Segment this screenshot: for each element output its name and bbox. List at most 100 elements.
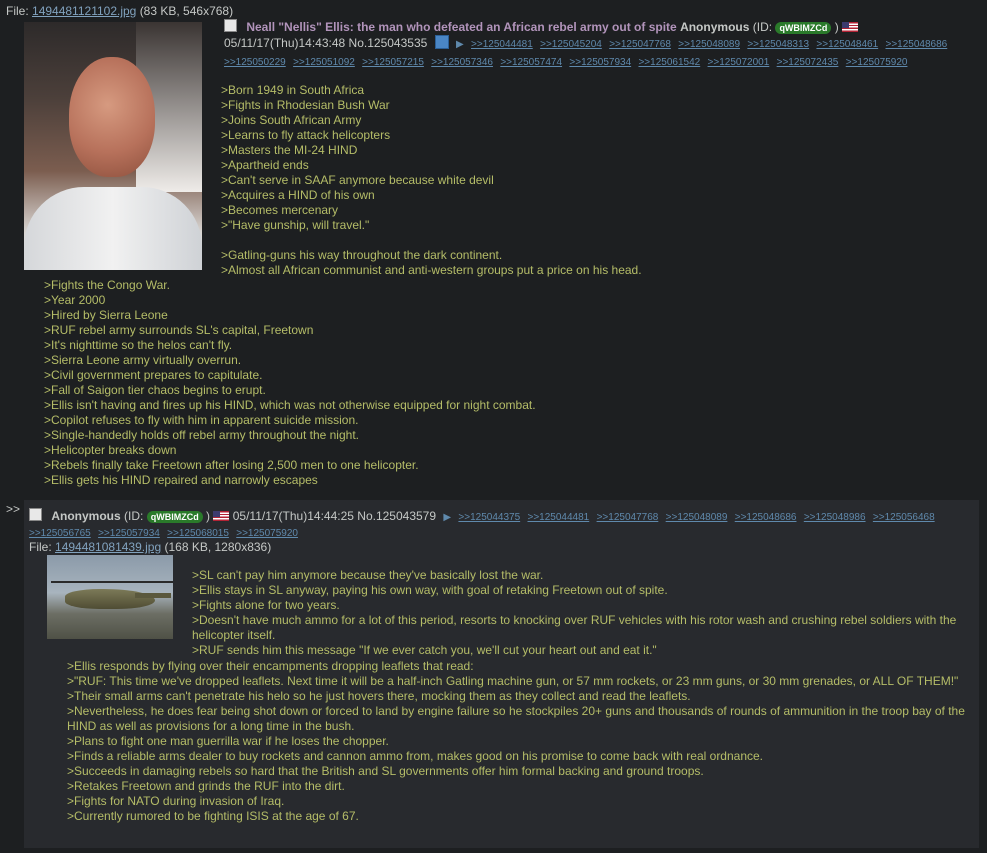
greentext-line: >Nevertheless, he does fear being shot d… <box>67 704 965 733</box>
reply-file-link[interactable]: 1494481081439.jpg <box>55 540 161 554</box>
backlink[interactable]: >>125044481 <box>471 39 533 50</box>
reply-poster-name: Anonymous <box>51 509 121 523</box>
backlink[interactable]: >>125048686 <box>886 39 948 50</box>
greentext-line: >Learns to fly attack helicopters <box>221 128 391 142</box>
reply-post-number[interactable]: No.125043579 <box>357 509 436 523</box>
greentext-line: >Rebels finally take Freetown after losi… <box>44 458 419 472</box>
greentext-line: >Fights for NATO during invasion of Iraq… <box>67 794 285 808</box>
greentext-line: >Apartheid ends <box>221 158 309 172</box>
backlink[interactable]: >>125048313 <box>747 39 809 50</box>
post-menu-arrow-icon[interactable]: ▶ <box>443 512 451 523</box>
reply-file-info: File: 1494481081439.jpg (168 KB, 1280x83… <box>29 540 271 554</box>
us-flag-icon <box>213 511 230 521</box>
greentext-line: >It's nighttime so the helos can't fly. <box>44 338 233 352</box>
greentext-line: >Succeeds in damaging rebels so hard tha… <box>67 764 704 778</box>
reply-select-checkbox[interactable] <box>29 508 42 521</box>
reply-id-prefix: (ID: <box>124 509 144 523</box>
backlink[interactable]: >>125045204 <box>540 39 602 50</box>
reply-message-full: >Ellis responds by flying over their enc… <box>67 659 977 824</box>
reply-id-suffix: ) <box>206 509 211 523</box>
reply-thumbnail-image[interactable] <box>47 555 173 639</box>
greentext-line: >Becomes mercenary <box>221 203 339 217</box>
backlink[interactable]: >>125072435 <box>777 57 839 68</box>
backlink[interactable]: >>125072001 <box>708 57 770 68</box>
op-post-number[interactable]: No.125043535 <box>349 36 428 50</box>
op-datetime: 05/11/17(Thu)14:43:48 <box>224 36 346 50</box>
document-icon[interactable] <box>434 35 449 49</box>
op-message-full: >Fights the Congo War. >Year 2000 >Hired b… <box>44 278 984 488</box>
greentext-line: >Single-handedly holds off rebel army th… <box>44 428 359 442</box>
backlink[interactable]: >>125056468 <box>873 512 935 523</box>
greentext-line: >Finds a reliable arms dealer to buy roc… <box>67 749 764 763</box>
reply-file-label: File: <box>29 540 52 554</box>
backlink[interactable]: >>125061542 <box>638 57 700 68</box>
greentext-line: >Helicopter breaks down <box>44 443 177 457</box>
reply-file-meta: (168 KB, 1280x836) <box>164 540 272 554</box>
backlink[interactable]: >>125050229 <box>224 57 286 68</box>
backlink[interactable]: >>125057934 <box>569 57 631 68</box>
greentext-line: >Plans to fight one man guerrilla war if… <box>67 734 389 748</box>
greentext-line: >Hired by Sierra Leone <box>44 308 168 322</box>
backlink[interactable]: >>125044375 <box>458 512 520 523</box>
greentext-line: >Can't serve in SAAF anymore because whi… <box>221 173 494 187</box>
greentext-line: >Fights in Rhodesian Bush War <box>221 98 390 112</box>
backlink[interactable]: >>125048461 <box>816 39 878 50</box>
op-file-link[interactable]: 1494481121102.jpg <box>32 4 136 18</box>
backlink[interactable]: >>125057934 <box>98 528 160 539</box>
greentext-line: >"RUF: This time we've dropped leaflets.… <box>67 674 959 688</box>
backlink[interactable]: >>125047768 <box>597 512 659 523</box>
greentext-line: >RUF rebel army surrounds SL's capital, … <box>44 323 314 337</box>
greentext-line: >Year 2000 <box>44 293 106 307</box>
greentext-line: >Ellis isn't having and fires up his HIN… <box>44 398 536 412</box>
op-select-checkbox[interactable] <box>224 19 237 32</box>
greentext-line: >Doesn't have much ammo for a lot of thi… <box>192 613 957 642</box>
greentext-line: >Almost all African communist and anti-w… <box>221 263 642 277</box>
op-file-info: File: 1494481121102.jpg (83 KB, 546x768) <box>6 4 233 18</box>
backlink[interactable]: >>125057474 <box>500 57 562 68</box>
backlink[interactable]: >>125056765 <box>29 528 91 539</box>
greentext-line: >Copilot refuses to fly with him in appa… <box>44 413 359 427</box>
op-thumbnail-image[interactable] <box>24 22 202 270</box>
greentext-line: >Fights the Congo War. <box>44 278 170 292</box>
op-poster-id[interactable]: qWBlMZCd <box>775 22 832 34</box>
backlink[interactable]: >>125044481 <box>528 512 590 523</box>
greentext-line: >Their small arms can't penetrate his he… <box>67 689 691 703</box>
greentext-line: >Gatling-guns his way throughout the dar… <box>221 248 503 262</box>
greentext-line: >Sierra Leone army virtually overrun. <box>44 353 242 367</box>
greentext-line: >Retakes Freetown and grinds the RUF int… <box>67 779 345 793</box>
op-poster-name: Anonymous <box>680 20 750 34</box>
greentext-line: >Ellis responds by flying over their enc… <box>67 659 474 673</box>
backlink[interactable]: >>125048686 <box>735 512 797 523</box>
greentext-line: >Acquires a HIND of his own <box>221 188 375 202</box>
op-id-prefix: (ID: <box>752 20 773 34</box>
backlink[interactable]: >>125057346 <box>431 57 493 68</box>
reply-marker: >> <box>6 502 21 516</box>
backlink[interactable]: >>125048089 <box>666 512 728 523</box>
backlink[interactable]: >>125075920 <box>846 57 908 68</box>
post-menu-arrow-icon[interactable]: ▶ <box>456 39 464 50</box>
op-subject: Neall "Nellis" Ellis: the man who defeat… <box>246 20 677 34</box>
backlink[interactable]: >>125048089 <box>678 39 740 50</box>
backlink[interactable]: >>125068015 <box>167 528 229 539</box>
greentext-line: >Ellis gets his HIND repaired and narrow… <box>44 473 318 487</box>
backlink[interactable]: >>125047768 <box>609 39 671 50</box>
greentext-line: >Ellis stays in SL anyway, paying his ow… <box>192 583 668 597</box>
backlink[interactable]: >>125075920 <box>236 528 298 539</box>
backlink[interactable]: >>125051092 <box>293 57 355 68</box>
greentext-line: >Joins South African Army <box>221 113 362 127</box>
greentext-line: >RUF sends him this message "If we ever … <box>192 643 657 657</box>
greentext-line: >Fights alone for two years. <box>192 598 340 612</box>
greentext-line: >Masters the MI-24 HIND <box>221 143 358 157</box>
reply-post-header: Anonymous (ID: qWBlMZCd ) 05/11/17(Thu)1… <box>29 508 979 541</box>
op-id-suffix: ) <box>834 20 839 34</box>
op-file-label: File: <box>6 4 29 18</box>
backlink[interactable]: >>125057215 <box>362 57 424 68</box>
op-file-meta: (83 KB, 546x768) <box>139 4 234 18</box>
greentext-line: >Currently rumored to be fighting ISIS a… <box>67 809 359 823</box>
backlink[interactable]: >>125048986 <box>804 512 866 523</box>
reply-message-right: >SL can't pay him anymore because they'v… <box>192 568 972 658</box>
reply-poster-id[interactable]: qWBlMZCd <box>146 511 203 523</box>
greentext-line <box>221 233 981 248</box>
greentext-line: >SL can't pay him anymore because they'v… <box>192 568 544 582</box>
greentext-line: >Fall of Saigon tier chaos begins to eru… <box>44 383 266 397</box>
